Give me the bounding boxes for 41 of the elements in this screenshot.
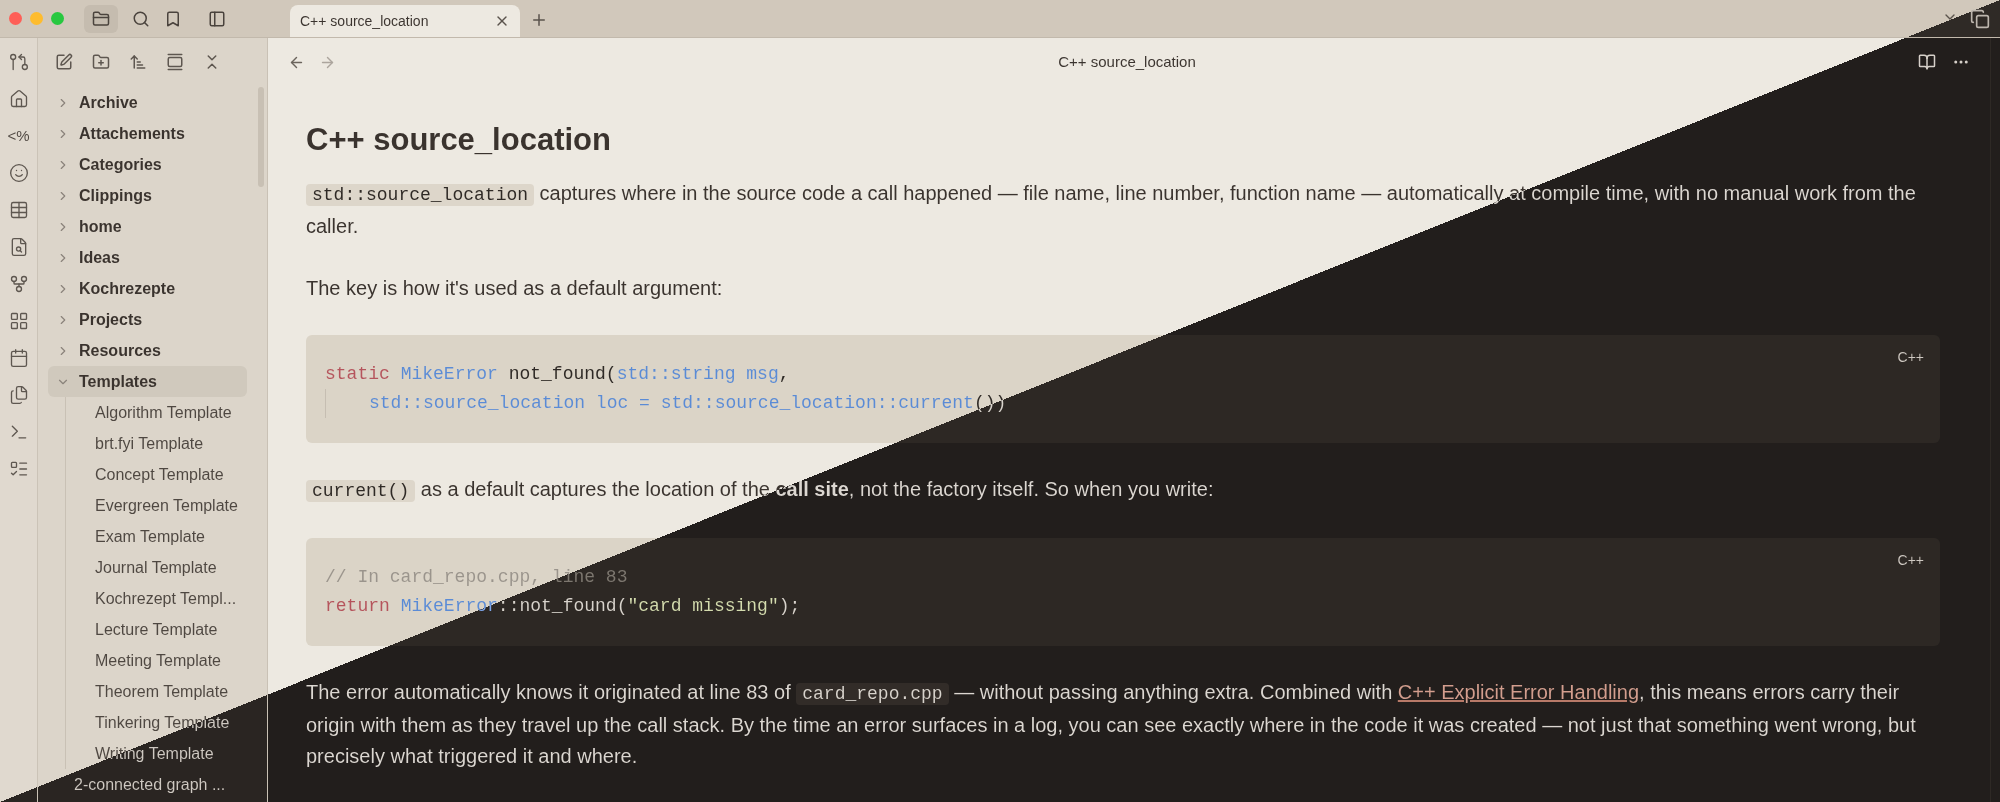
inline-code: current() [306,480,416,502]
new-note-icon[interactable] [54,53,73,71]
new-tab-icon[interactable] [530,11,548,29]
note-link[interactable]: C++ Explicit Error Handling [1397,681,1640,703]
grid-icon[interactable] [8,311,29,331]
folder-item[interactable]: Attachements [48,118,247,149]
folder-item[interactable]: home [48,211,247,242]
branch-icon[interactable] [8,52,29,72]
fork-icon[interactable] [8,274,29,294]
folder-item[interactable]: Kochrezepte [48,273,247,304]
sort-icon[interactable] [128,53,147,71]
bookmark-icon[interactable] [164,9,182,28]
search-icon[interactable] [132,9,150,28]
code-line: return MikeError::not_found("card missing"); [325,592,1921,621]
reveal-icon[interactable] [165,53,184,71]
folder-icon [92,9,110,28]
home-icon[interactable] [8,89,29,109]
folder-item[interactable]: Archive [48,87,247,118]
copy-icon[interactable] [1970,9,1990,29]
new-folder-icon[interactable] [91,53,110,71]
folder-item[interactable]: Projects [48,304,247,335]
inline-code: card_repo.cpp [796,683,949,705]
folder-item[interactable]: Ideas [48,242,247,273]
files-tab-button[interactable] [84,4,118,33]
sidebar-toggle-icon[interactable] [208,9,226,28]
book-icon[interactable] [1918,53,1936,71]
folder-item[interactable]: Clippings [48,180,247,211]
smile-icon[interactable] [8,163,29,183]
table-icon[interactable] [8,200,29,220]
file-item[interactable]: Journal Template [49,552,247,583]
file-item[interactable]: Exam Template [49,521,247,552]
folder-item[interactable]: Resources [48,335,247,366]
checklist-icon[interactable] [8,459,29,479]
folder-item[interactable]: Categories [48,149,247,180]
file-item[interactable]: brt.fyi Template [49,428,247,459]
note-tab[interactable]: C++ source_location [290,5,520,37]
files-icon[interactable] [8,385,29,405]
folder-item[interactable]: Templates [48,366,247,397]
inline-code: std::source_location [306,184,535,206]
calendar-icon[interactable] [8,348,29,368]
scrollbar-track[interactable] [1990,38,2000,802]
